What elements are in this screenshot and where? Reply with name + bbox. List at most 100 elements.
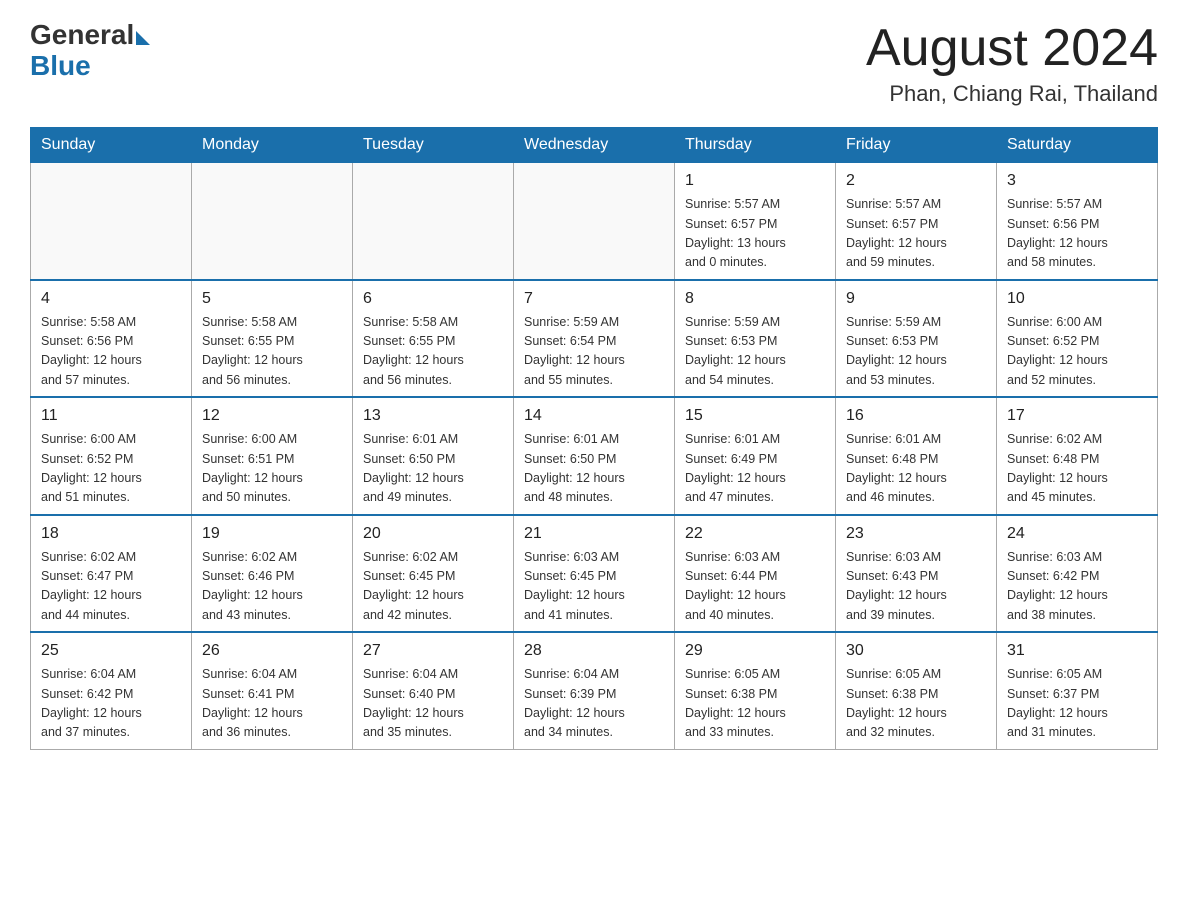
day-number: 18 — [41, 522, 181, 546]
day-number: 1 — [685, 169, 825, 193]
day-info: Sunrise: 6:05 AMSunset: 6:37 PMDaylight:… — [1007, 665, 1147, 743]
day-number: 28 — [524, 639, 664, 663]
day-number: 31 — [1007, 639, 1147, 663]
day-number: 22 — [685, 522, 825, 546]
calendar-cell: 27Sunrise: 6:04 AMSunset: 6:40 PMDayligh… — [353, 632, 514, 749]
day-info: Sunrise: 6:01 AMSunset: 6:49 PMDaylight:… — [685, 430, 825, 508]
day-info: Sunrise: 6:02 AMSunset: 6:47 PMDaylight:… — [41, 548, 181, 626]
day-info: Sunrise: 6:02 AMSunset: 6:45 PMDaylight:… — [363, 548, 503, 626]
calendar-cell: 11Sunrise: 6:00 AMSunset: 6:52 PMDayligh… — [31, 397, 192, 515]
calendar-cell: 5Sunrise: 5:58 AMSunset: 6:55 PMDaylight… — [192, 280, 353, 398]
day-info: Sunrise: 6:03 AMSunset: 6:45 PMDaylight:… — [524, 548, 664, 626]
calendar-cell: 12Sunrise: 6:00 AMSunset: 6:51 PMDayligh… — [192, 397, 353, 515]
day-number: 16 — [846, 404, 986, 428]
column-header-thursday: Thursday — [675, 128, 836, 163]
day-number: 17 — [1007, 404, 1147, 428]
day-info: Sunrise: 6:01 AMSunset: 6:50 PMDaylight:… — [524, 430, 664, 508]
day-number: 7 — [524, 287, 664, 311]
day-number: 25 — [41, 639, 181, 663]
day-number: 27 — [363, 639, 503, 663]
day-info: Sunrise: 6:04 AMSunset: 6:42 PMDaylight:… — [41, 665, 181, 743]
column-header-wednesday: Wednesday — [514, 128, 675, 163]
day-number: 11 — [41, 404, 181, 428]
calendar-cell: 13Sunrise: 6:01 AMSunset: 6:50 PMDayligh… — [353, 397, 514, 515]
calendar-cell: 2Sunrise: 5:57 AMSunset: 6:57 PMDaylight… — [836, 163, 997, 280]
logo-arrow-icon — [136, 31, 150, 45]
calendar-cell — [31, 163, 192, 280]
calendar-cell: 21Sunrise: 6:03 AMSunset: 6:45 PMDayligh… — [514, 515, 675, 633]
month-title: August 2024 — [866, 20, 1158, 77]
calendar-cell: 3Sunrise: 5:57 AMSunset: 6:56 PMDaylight… — [997, 163, 1158, 280]
day-number: 8 — [685, 287, 825, 311]
calendar-week-row: 11Sunrise: 6:00 AMSunset: 6:52 PMDayligh… — [31, 397, 1158, 515]
day-number: 29 — [685, 639, 825, 663]
day-info: Sunrise: 5:57 AMSunset: 6:56 PMDaylight:… — [1007, 195, 1147, 273]
column-header-monday: Monday — [192, 128, 353, 163]
day-number: 10 — [1007, 287, 1147, 311]
calendar-cell: 30Sunrise: 6:05 AMSunset: 6:38 PMDayligh… — [836, 632, 997, 749]
day-number: 21 — [524, 522, 664, 546]
calendar-cell: 10Sunrise: 6:00 AMSunset: 6:52 PMDayligh… — [997, 280, 1158, 398]
day-number: 2 — [846, 169, 986, 193]
day-info: Sunrise: 5:58 AMSunset: 6:56 PMDaylight:… — [41, 313, 181, 391]
calendar-week-row: 25Sunrise: 6:04 AMSunset: 6:42 PMDayligh… — [31, 632, 1158, 749]
day-info: Sunrise: 5:59 AMSunset: 6:53 PMDaylight:… — [685, 313, 825, 391]
column-header-saturday: Saturday — [997, 128, 1158, 163]
day-info: Sunrise: 6:03 AMSunset: 6:44 PMDaylight:… — [685, 548, 825, 626]
day-info: Sunrise: 6:02 AMSunset: 6:48 PMDaylight:… — [1007, 430, 1147, 508]
day-info: Sunrise: 6:00 AMSunset: 6:51 PMDaylight:… — [202, 430, 342, 508]
calendar-cell: 26Sunrise: 6:04 AMSunset: 6:41 PMDayligh… — [192, 632, 353, 749]
day-info: Sunrise: 5:58 AMSunset: 6:55 PMDaylight:… — [363, 313, 503, 391]
day-number: 15 — [685, 404, 825, 428]
calendar-cell: 16Sunrise: 6:01 AMSunset: 6:48 PMDayligh… — [836, 397, 997, 515]
day-number: 19 — [202, 522, 342, 546]
column-header-sunday: Sunday — [31, 128, 192, 163]
day-number: 14 — [524, 404, 664, 428]
calendar-week-row: 1Sunrise: 5:57 AMSunset: 6:57 PMDaylight… — [31, 163, 1158, 280]
day-info: Sunrise: 5:59 AMSunset: 6:54 PMDaylight:… — [524, 313, 664, 391]
day-number: 30 — [846, 639, 986, 663]
calendar-cell — [353, 163, 514, 280]
calendar-cell: 8Sunrise: 5:59 AMSunset: 6:53 PMDaylight… — [675, 280, 836, 398]
calendar-table: SundayMondayTuesdayWednesdayThursdayFrid… — [30, 127, 1158, 750]
calendar-cell — [514, 163, 675, 280]
calendar-cell: 14Sunrise: 6:01 AMSunset: 6:50 PMDayligh… — [514, 397, 675, 515]
day-info: Sunrise: 6:01 AMSunset: 6:50 PMDaylight:… — [363, 430, 503, 508]
calendar-cell: 1Sunrise: 5:57 AMSunset: 6:57 PMDaylight… — [675, 163, 836, 280]
calendar-week-row: 4Sunrise: 5:58 AMSunset: 6:56 PMDaylight… — [31, 280, 1158, 398]
calendar-cell: 22Sunrise: 6:03 AMSunset: 6:44 PMDayligh… — [675, 515, 836, 633]
day-info: Sunrise: 6:04 AMSunset: 6:41 PMDaylight:… — [202, 665, 342, 743]
day-info: Sunrise: 6:04 AMSunset: 6:39 PMDaylight:… — [524, 665, 664, 743]
location-title: Phan, Chiang Rai, Thailand — [866, 81, 1158, 107]
calendar-cell: 19Sunrise: 6:02 AMSunset: 6:46 PMDayligh… — [192, 515, 353, 633]
calendar-cell: 23Sunrise: 6:03 AMSunset: 6:43 PMDayligh… — [836, 515, 997, 633]
calendar-cell — [192, 163, 353, 280]
calendar-cell: 4Sunrise: 5:58 AMSunset: 6:56 PMDaylight… — [31, 280, 192, 398]
day-number: 23 — [846, 522, 986, 546]
day-number: 13 — [363, 404, 503, 428]
logo: General Blue — [30, 20, 150, 82]
calendar-cell: 18Sunrise: 6:02 AMSunset: 6:47 PMDayligh… — [31, 515, 192, 633]
day-info: Sunrise: 6:05 AMSunset: 6:38 PMDaylight:… — [846, 665, 986, 743]
day-number: 24 — [1007, 522, 1147, 546]
logo-general-text: General — [30, 20, 134, 51]
day-info: Sunrise: 5:58 AMSunset: 6:55 PMDaylight:… — [202, 313, 342, 391]
page-header: General Blue August 2024 Phan, Chiang Ra… — [30, 20, 1158, 107]
calendar-cell: 24Sunrise: 6:03 AMSunset: 6:42 PMDayligh… — [997, 515, 1158, 633]
day-info: Sunrise: 6:04 AMSunset: 6:40 PMDaylight:… — [363, 665, 503, 743]
calendar-header-row: SundayMondayTuesdayWednesdayThursdayFrid… — [31, 128, 1158, 163]
day-number: 12 — [202, 404, 342, 428]
day-number: 9 — [846, 287, 986, 311]
day-number: 4 — [41, 287, 181, 311]
calendar-cell: 28Sunrise: 6:04 AMSunset: 6:39 PMDayligh… — [514, 632, 675, 749]
day-number: 20 — [363, 522, 503, 546]
calendar-cell: 9Sunrise: 5:59 AMSunset: 6:53 PMDaylight… — [836, 280, 997, 398]
day-info: Sunrise: 5:59 AMSunset: 6:53 PMDaylight:… — [846, 313, 986, 391]
calendar-cell: 6Sunrise: 5:58 AMSunset: 6:55 PMDaylight… — [353, 280, 514, 398]
calendar-week-row: 18Sunrise: 6:02 AMSunset: 6:47 PMDayligh… — [31, 515, 1158, 633]
day-info: Sunrise: 6:02 AMSunset: 6:46 PMDaylight:… — [202, 548, 342, 626]
calendar-cell: 17Sunrise: 6:02 AMSunset: 6:48 PMDayligh… — [997, 397, 1158, 515]
day-info: Sunrise: 6:03 AMSunset: 6:42 PMDaylight:… — [1007, 548, 1147, 626]
day-info: Sunrise: 6:00 AMSunset: 6:52 PMDaylight:… — [41, 430, 181, 508]
column-header-tuesday: Tuesday — [353, 128, 514, 163]
